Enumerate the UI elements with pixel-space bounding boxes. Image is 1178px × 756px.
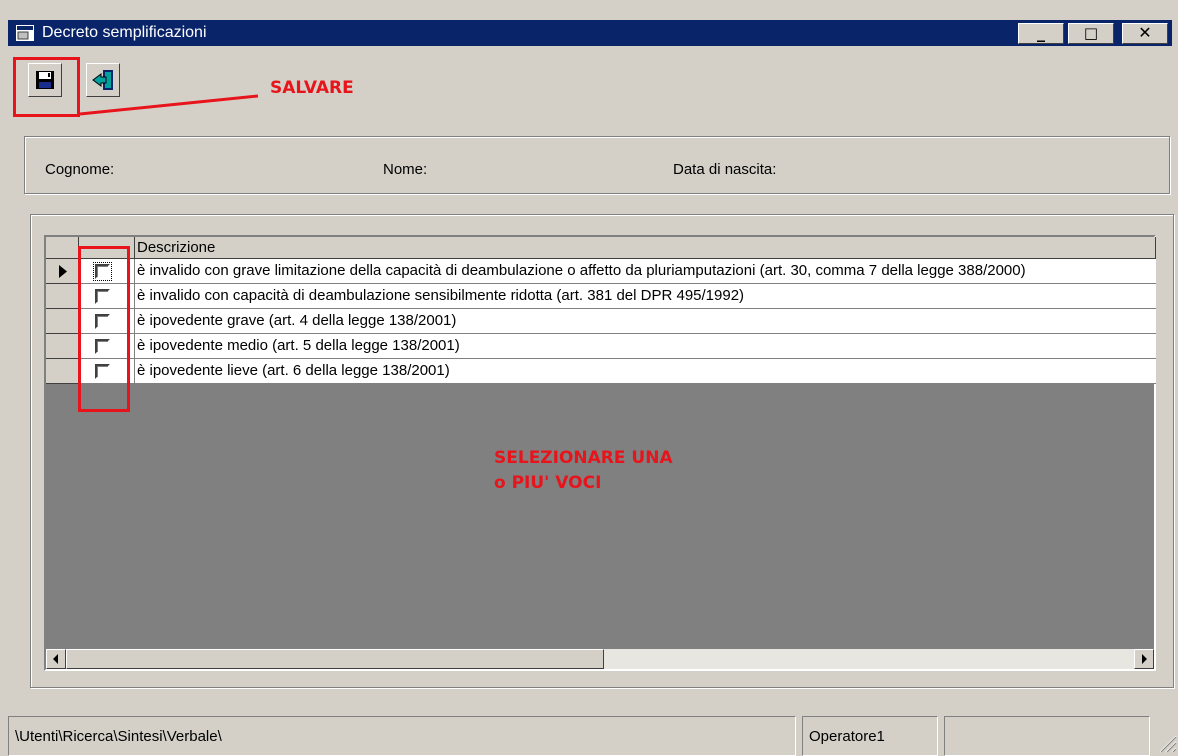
select-annotation-line2: o PIU' VOCI	[494, 473, 602, 493]
person-info-group: Cognome: Nome: Data di nascita:	[24, 136, 1170, 194]
table-row-description[interactable]: è invalido con grave limitazione della c…	[135, 259, 1156, 284]
table-row-description[interactable]: è invalido con capacità di deambulazione…	[135, 284, 1156, 309]
scroll-right-button[interactable]	[1134, 649, 1154, 669]
data-nascita-label: Data di nascita:	[673, 161, 777, 178]
save-annotation-box	[13, 57, 80, 117]
app-icon	[16, 25, 34, 41]
select-annotation-line1: SELEZIONARE UNA	[494, 448, 673, 468]
header-selector-cell	[46, 237, 79, 259]
nome-label: Nome:	[383, 161, 428, 178]
row-selector[interactable]	[46, 259, 79, 284]
horizontal-scrollbar[interactable]	[46, 649, 1154, 669]
status-empty-panel	[944, 716, 1150, 756]
table-row-description[interactable]: è ipovedente medio (art. 5 della legge 1…	[135, 334, 1156, 359]
exit-door-icon	[92, 70, 113, 90]
status-operator: Operatore1	[802, 716, 938, 756]
row-selector[interactable]	[46, 334, 79, 359]
arrow-right-icon	[1142, 654, 1147, 664]
header-descrizione[interactable]: Descrizione	[135, 237, 1156, 259]
arrow-left-icon	[53, 654, 58, 664]
cognome-label: Cognome:	[45, 161, 115, 178]
title-bar[interactable]: Decreto semplificazioni _ □ ✕	[8, 20, 1172, 46]
minimize-button[interactable]: _	[1018, 23, 1064, 44]
row-selector[interactable]	[46, 284, 79, 309]
status-path: \Utenti\Ricerca\Sintesi\Verbale\	[8, 716, 796, 756]
row-selector[interactable]	[46, 359, 79, 384]
exit-button[interactable]	[86, 63, 120, 97]
decreto-window: Decreto semplificazioni _ □ ✕ SALVARE Co…	[0, 0, 1178, 756]
table-row-description[interactable]: è ipovedente grave (art. 4 della legge 1…	[135, 309, 1156, 334]
row-selector[interactable]	[46, 309, 79, 334]
save-annotation-text: SALVARE	[270, 78, 354, 98]
window-title: Decreto semplificazioni	[42, 24, 207, 41]
maximize-button[interactable]: □	[1068, 23, 1114, 44]
close-button[interactable]: ✕	[1122, 23, 1168, 44]
resize-grip-icon[interactable]	[1154, 730, 1178, 754]
table-row-description[interactable]: è ipovedente lieve (art. 6 della legge 1…	[135, 359, 1156, 384]
scrollbar-thumb[interactable]	[66, 649, 604, 669]
checkbox-annotation-box	[78, 246, 130, 412]
scroll-left-button[interactable]	[46, 649, 66, 669]
current-row-arrow-icon	[59, 265, 67, 278]
